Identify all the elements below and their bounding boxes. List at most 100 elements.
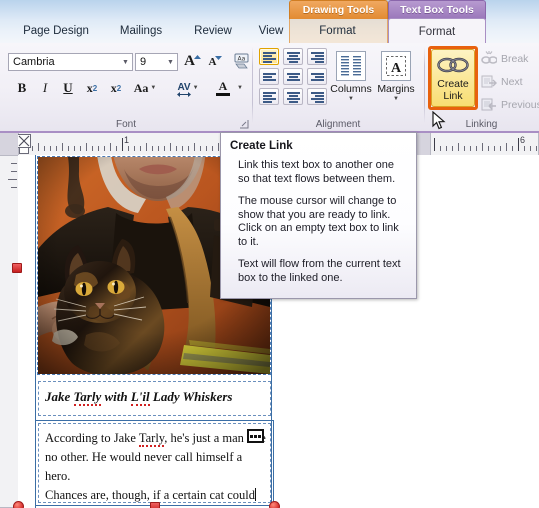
align-middle-left-button[interactable] bbox=[259, 68, 279, 85]
hruler-label-6: 6 bbox=[520, 135, 526, 145]
font-name-combobox[interactable]: Cambria ▼ bbox=[8, 53, 133, 71]
superscript-button[interactable]: x2 bbox=[105, 78, 127, 98]
break-link-button[interactable]: Break bbox=[481, 51, 528, 66]
selection-handle-middle-left[interactable] bbox=[12, 263, 22, 273]
font-name-value: Cambria bbox=[13, 56, 55, 68]
ribbon-tabstrip: Page Design Mailings Review View Drawing… bbox=[0, 0, 539, 44]
tab-mailings[interactable]: Mailings bbox=[104, 18, 178, 44]
next-textbox-label: Next bbox=[501, 75, 523, 88]
align-top-left-button[interactable] bbox=[259, 48, 279, 65]
previous-textbox-button[interactable]: Previous bbox=[481, 97, 539, 112]
align-middle-right-button[interactable] bbox=[307, 68, 327, 85]
clear-formatting-button[interactable]: Aa bbox=[230, 51, 254, 73]
font-color-glyph: A bbox=[218, 79, 228, 93]
tooltip-paragraph-3: Text will flow from the current text box… bbox=[238, 258, 401, 284]
up-arrow-icon bbox=[193, 54, 201, 59]
break-link-icon bbox=[481, 51, 498, 66]
tab-page-design[interactable]: Page Design bbox=[14, 18, 98, 44]
chevron-down-icon[interactable]: ▼ bbox=[119, 54, 132, 70]
caption-part-3: Lady Whiskers bbox=[149, 389, 233, 404]
svg-text:A: A bbox=[391, 61, 402, 76]
font-size-combobox[interactable]: 9 ▼ bbox=[135, 53, 178, 71]
caption-part-1: Jake bbox=[45, 389, 74, 404]
italic-button[interactable]: I bbox=[35, 78, 55, 98]
caption-misspelling-tarly: Tarly bbox=[73, 389, 102, 406]
selection-handle-bottom-center[interactable] bbox=[150, 502, 160, 508]
change-case-glyph: Aa bbox=[133, 80, 149, 95]
align-top-right-button[interactable] bbox=[307, 48, 327, 65]
previous-textbox-label: Previous bbox=[501, 98, 539, 111]
break-link-label: Break bbox=[501, 52, 529, 65]
chevron-down-icon[interactable]: ▼ bbox=[348, 96, 354, 102]
subscript-index: 2 bbox=[92, 83, 98, 93]
tooltip-paragraph-1: Link this text box to another one so tha… bbox=[238, 159, 396, 185]
selection-handle-bottom-right[interactable] bbox=[269, 501, 280, 508]
contextual-header-text-box-tools: Text Box Tools bbox=[388, 0, 486, 19]
font-color-button[interactable]: A bbox=[212, 77, 234, 99]
bold-glyph: B bbox=[17, 80, 27, 95]
next-textbox-button[interactable]: Next bbox=[481, 74, 523, 89]
underline-glyph: U bbox=[63, 80, 73, 95]
columns-button[interactable]: Columns ▼ bbox=[327, 48, 375, 103]
margins-button[interactable]: A Margins ▼ bbox=[373, 48, 419, 103]
bold-button[interactable]: B bbox=[12, 78, 32, 98]
group-separator bbox=[252, 47, 253, 123]
create-link-button[interactable]: Create Link bbox=[431, 49, 475, 107]
chevron-down-icon[interactable]: ▼ bbox=[393, 96, 399, 102]
chevron-down-icon[interactable]: ▼ bbox=[164, 54, 177, 70]
indent-marker-icon[interactable] bbox=[17, 134, 31, 155]
superscript-index: 2 bbox=[116, 83, 122, 93]
down-arrow-icon bbox=[215, 56, 223, 60]
italic-glyph: I bbox=[42, 80, 48, 95]
svg-text:Aa: Aa bbox=[238, 56, 246, 63]
tab-text-box-tools-format[interactable]: Format bbox=[388, 18, 486, 44]
change-case-button[interactable]: Aa ▼ bbox=[130, 78, 160, 98]
create-link-label-line1: Create bbox=[437, 78, 469, 90]
caption-misspelling-lil: L'il bbox=[130, 389, 150, 406]
mouse-cursor-icon bbox=[432, 111, 446, 130]
columns-icon bbox=[336, 51, 366, 81]
chevron-down-icon[interactable]: ▼ bbox=[237, 85, 243, 91]
caption-part-2: with bbox=[101, 389, 131, 404]
align-middle-center-button[interactable] bbox=[283, 68, 303, 85]
contextual-header-drawing-tools: Drawing Tools bbox=[289, 0, 388, 19]
ribbon-body: Cambria ▼ 9 ▼ A A Aa B I U x 2 x 2 Aa ▼ … bbox=[0, 43, 539, 133]
previous-textbox-icon bbox=[481, 97, 497, 112]
grow-font-button[interactable]: A bbox=[182, 51, 203, 72]
font-color-swatch bbox=[216, 93, 230, 96]
selection-frame bbox=[35, 420, 274, 506]
align-top-center-button[interactable] bbox=[283, 48, 303, 65]
margins-icon: A bbox=[381, 51, 411, 81]
create-link-label-line2: Link bbox=[443, 90, 463, 102]
tooltip-paragraph-2: The mouse cursor will change to show tha… bbox=[238, 195, 399, 248]
align-bottom-center-button[interactable] bbox=[283, 88, 303, 105]
spacing-arrows-icon bbox=[177, 92, 191, 97]
align-bottom-right-button[interactable] bbox=[307, 88, 327, 105]
underline-button[interactable]: U bbox=[58, 78, 78, 98]
font-size-value: 9 bbox=[140, 56, 147, 68]
text-overflow-indicator[interactable] bbox=[247, 429, 264, 443]
group-label-font: Font bbox=[115, 119, 136, 130]
caption-text-box[interactable]: Jake Tarly with L'il Lady Whiskers bbox=[38, 381, 271, 416]
tooltip-title: Create Link bbox=[230, 140, 293, 152]
group-label-alignment: Alignment bbox=[315, 119, 361, 130]
create-link-tooltip: Create Link Link this text box to anothe… bbox=[220, 132, 417, 299]
font-dialog-launcher-icon[interactable] bbox=[240, 120, 249, 129]
chevron-down-icon[interactable]: ▼ bbox=[150, 85, 156, 91]
columns-label: Columns bbox=[330, 83, 372, 95]
shrink-font-button[interactable]: A bbox=[205, 52, 226, 72]
subscript-button[interactable]: x2 bbox=[81, 78, 103, 98]
caption-text: Jake Tarly with L'il Lady Whiskers bbox=[45, 389, 233, 406]
next-textbox-icon bbox=[481, 74, 497, 89]
vruler-band bbox=[0, 155, 18, 508]
align-bottom-left-button[interactable] bbox=[259, 88, 279, 105]
tab-drawing-tools-format[interactable]: Format bbox=[289, 18, 386, 44]
margins-label: Margins bbox=[377, 83, 415, 95]
tab-review[interactable]: Review bbox=[182, 18, 244, 44]
publisher-window: Page Design Mailings Review View Drawing… bbox=[0, 0, 539, 508]
link-chain-icon bbox=[437, 57, 469, 73]
selection-handle-bottom-left[interactable] bbox=[13, 501, 24, 508]
hruler-label-1: 1 bbox=[124, 135, 130, 145]
chevron-down-icon[interactable]: ▼ bbox=[193, 85, 199, 91]
vertical-ruler[interactable] bbox=[0, 155, 18, 508]
